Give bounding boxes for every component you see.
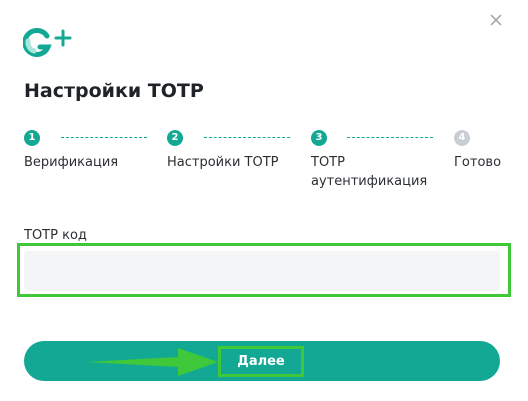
step-4-label: Готово bbox=[454, 155, 502, 170]
step-connector bbox=[347, 137, 433, 138]
page-title: Настройки TOTP bbox=[24, 80, 204, 102]
step-2-label: Настройки TOTP bbox=[167, 155, 279, 170]
step-4-number: 4 bbox=[454, 130, 470, 146]
step-connector bbox=[204, 137, 290, 138]
next-button-label: Далее bbox=[237, 354, 285, 369]
close-icon[interactable] bbox=[486, 10, 506, 30]
step-1-number: 1 bbox=[24, 130, 40, 146]
totp-code-input[interactable] bbox=[24, 251, 500, 291]
step-connector bbox=[61, 137, 147, 138]
step-2-number: 2 bbox=[167, 130, 183, 146]
green-arrow-icon bbox=[86, 348, 218, 376]
g-plus-logo-icon bbox=[23, 28, 72, 57]
totp-code-label: TOTP код bbox=[24, 228, 87, 243]
totp-setup-dialog: Настройки TOTP 1 Верификация 2 Настройки… bbox=[0, 0, 528, 401]
step-3-number: 3 bbox=[311, 130, 327, 146]
stepper: 1 Верификация 2 Настройки TOTP 3 TOTP ау… bbox=[0, 128, 528, 198]
step-1-label: Верификация bbox=[24, 155, 119, 170]
step-3-label: TOTP аутентификация bbox=[311, 155, 428, 189]
